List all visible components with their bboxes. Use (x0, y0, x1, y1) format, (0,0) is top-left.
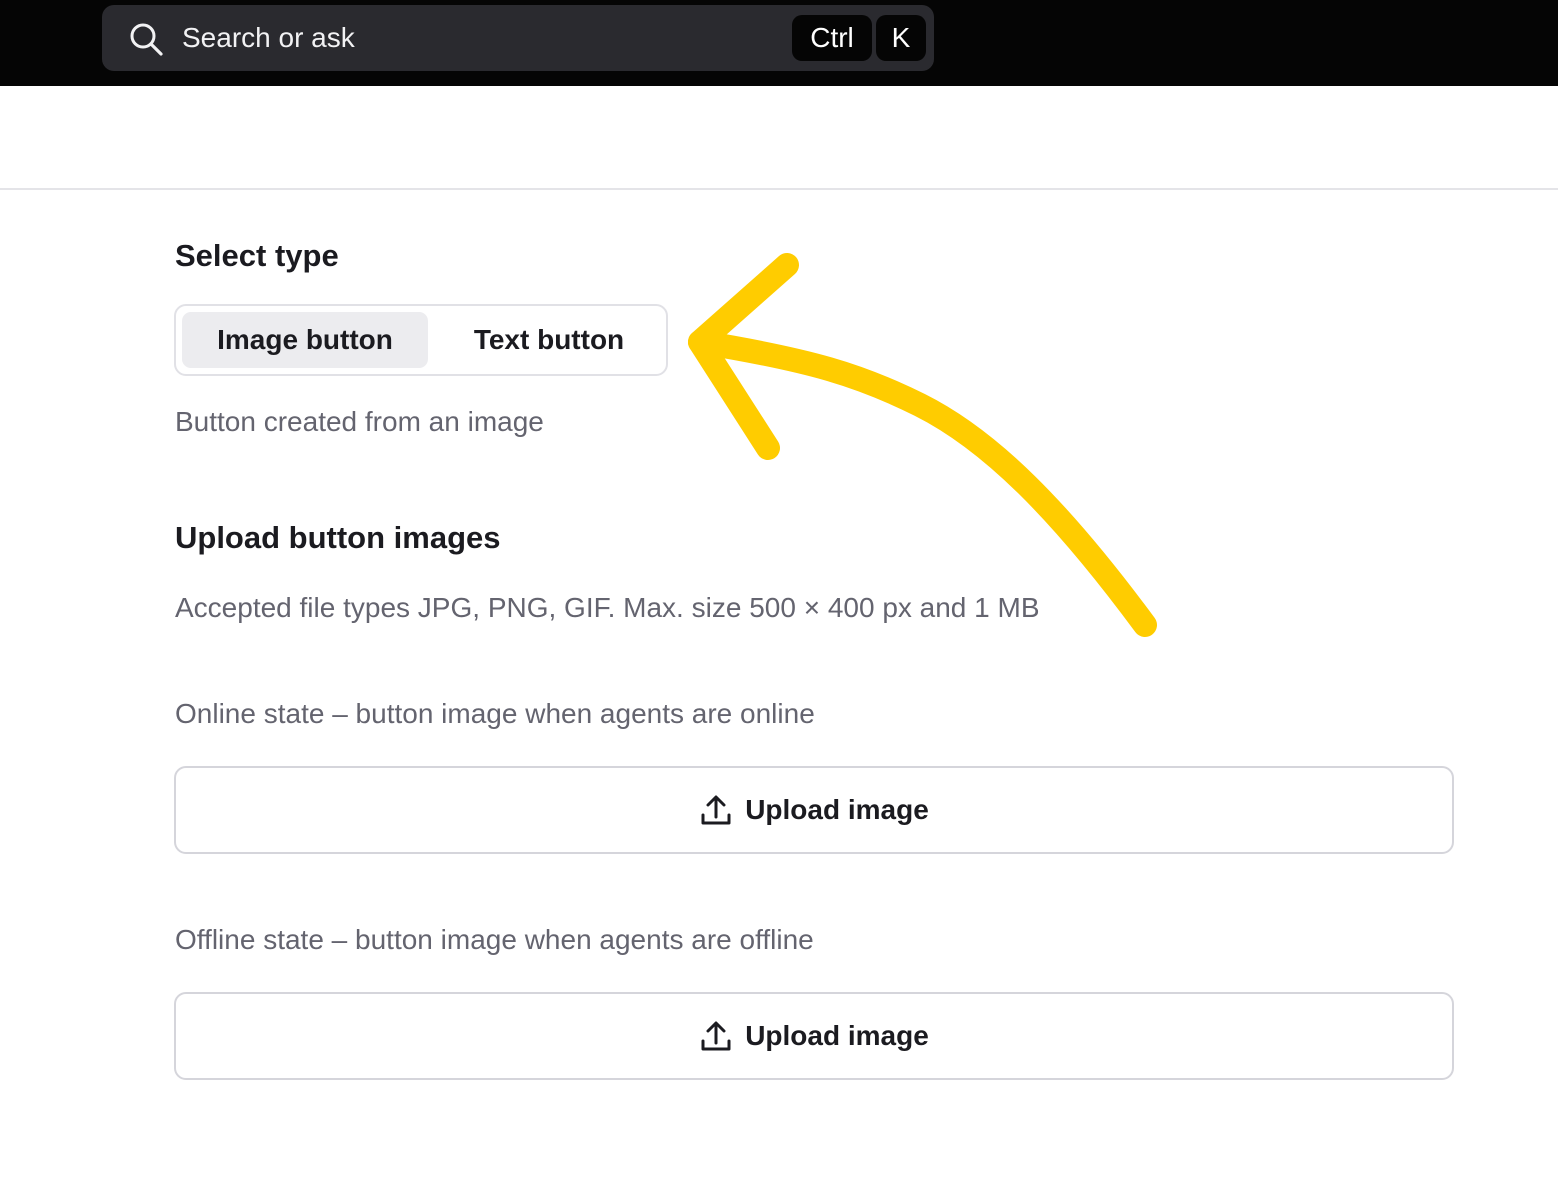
image-button-option[interactable]: Image button (182, 312, 428, 368)
upload-icon (701, 795, 731, 825)
select-type-title: Select type (175, 238, 339, 273)
upload-icon (701, 1021, 731, 1051)
accepted-files-note: Accepted file types JPG, PNG, GIF. Max. … (175, 592, 1040, 623)
search-icon (130, 23, 163, 56)
upload-online-image-button[interactable]: Upload image (174, 766, 1454, 854)
upload-button-label: Upload image (745, 1020, 929, 1051)
upload-button-label: Upload image (745, 794, 929, 825)
upload-images-title: Upload button images (175, 520, 501, 555)
page-header (0, 86, 1558, 190)
shortcut-key-k: K (876, 15, 926, 61)
top-bar: Search or ask Ctrl K (0, 0, 1558, 86)
online-state-label: Online state – button image when agents … (175, 698, 815, 729)
shortcut-key-ctrl: Ctrl (792, 15, 872, 61)
search-placeholder: Search or ask (182, 22, 355, 53)
offline-state-label: Offline state – button image when agents… (175, 924, 814, 955)
text-button-option[interactable]: Text button (432, 312, 666, 368)
search-bar[interactable]: Search or ask Ctrl K (102, 5, 934, 71)
button-type-toggle: Image button Text button (174, 304, 668, 376)
type-description: Button created from an image (175, 406, 544, 437)
upload-offline-image-button[interactable]: Upload image (174, 992, 1454, 1080)
